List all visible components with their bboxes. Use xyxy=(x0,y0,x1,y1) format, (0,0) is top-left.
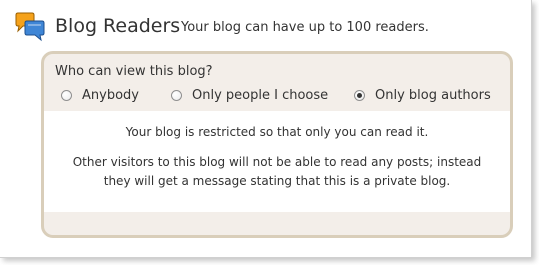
only-blog-authors-label[interactable]: Only blog authors xyxy=(375,88,491,104)
restriction-details-line-2: they will get a message stating that thi… xyxy=(103,174,451,188)
option-anybody[interactable]: Anybody xyxy=(61,88,169,104)
anybody-radio[interactable] xyxy=(61,90,72,101)
chat-bubbles-icon xyxy=(15,12,45,42)
visibility-description: Your blog is restricted so that only you… xyxy=(44,111,510,212)
restriction-details-line-1: Other visitors to this blog will not be … xyxy=(72,155,482,169)
blog-readers-panel: Blog Readers Your blog can have up to 10… xyxy=(0,0,532,258)
visibility-question: Who can view this blog? xyxy=(55,64,213,79)
option-only-blog-authors[interactable]: Only blog authors xyxy=(354,88,504,104)
only-blog-authors-radio[interactable] xyxy=(354,90,365,101)
only-people-i-choose-radio[interactable] xyxy=(171,90,182,101)
only-people-i-choose-label[interactable]: Only people I choose xyxy=(192,88,328,104)
visibility-settings-box: Who can view this blog? Anybody Only peo… xyxy=(41,51,513,238)
restriction-message: Your blog is restricted so that only you… xyxy=(125,125,429,139)
option-only-people-i-choose[interactable]: Only people I choose xyxy=(171,88,331,104)
anybody-label[interactable]: Anybody xyxy=(82,88,139,104)
reader-limit-note: Your blog can have up to 100 readers. xyxy=(181,20,429,35)
page-title: Blog Readers xyxy=(55,15,181,37)
